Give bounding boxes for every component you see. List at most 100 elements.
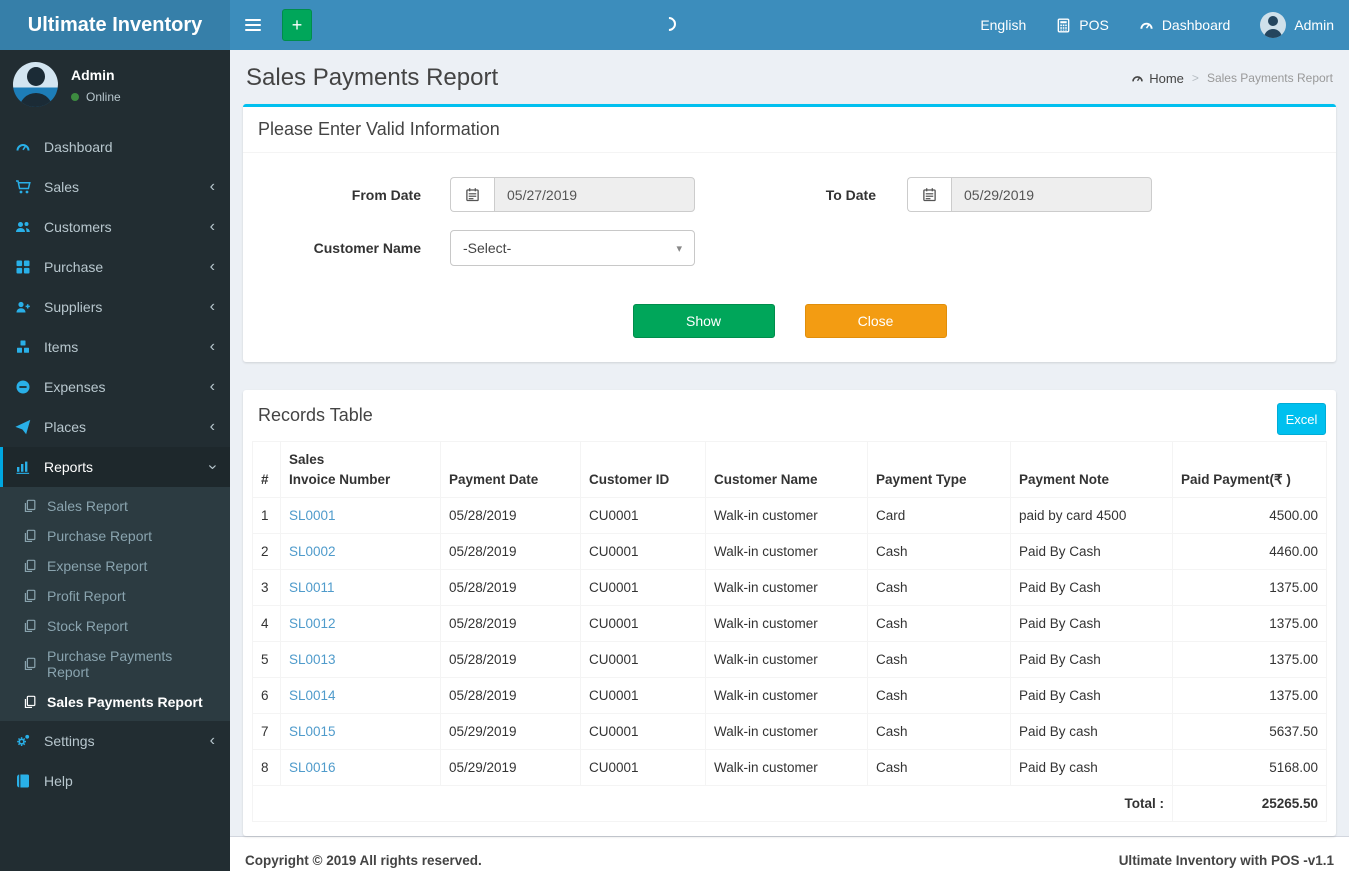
chevron-left-icon: ‹ xyxy=(209,732,215,749)
cell: CU0001 xyxy=(580,641,706,679)
pos-link[interactable]: POS xyxy=(1041,0,1124,50)
column-header-3: Customer ID xyxy=(580,440,706,499)
invoice-link[interactable]: SL0014 xyxy=(289,688,336,703)
sidebar-subitem-purchase-report[interactable]: Purchase Report xyxy=(0,521,230,551)
app-logo[interactable]: Ultimate Inventory xyxy=(0,0,230,50)
files-icon xyxy=(23,559,37,573)
cubes-icon xyxy=(15,339,33,355)
sidebar-toggle-button[interactable] xyxy=(230,0,276,50)
sidebar-item-reports[interactable]: Reports ‹ xyxy=(0,447,230,487)
sidebar-item-purchase[interactable]: Purchase ‹ xyxy=(0,247,230,287)
sidebar-item-settings[interactable]: Settings ‹ xyxy=(0,721,230,761)
quick-add-button[interactable]: + xyxy=(282,9,312,41)
calendar-addon[interactable] xyxy=(907,177,951,212)
from-date-group: From Date xyxy=(258,177,695,212)
sidebar-user-panel: Admin Online xyxy=(0,50,230,117)
invoice-link[interactable]: SL0001 xyxy=(289,508,336,523)
sidebar-subitem-label: Purchase Payments Report xyxy=(47,648,173,680)
invoice-link[interactable]: SL0013 xyxy=(289,652,336,667)
sidebar-subitem-sales-report[interactable]: Sales Report xyxy=(0,491,230,521)
sidebar-item-items[interactable]: Items ‹ xyxy=(0,327,230,367)
column-header-4: Customer Name xyxy=(705,440,868,499)
cell: Cash xyxy=(867,605,1011,643)
to-date-input[interactable] xyxy=(951,177,1152,212)
user-avatar-icon xyxy=(1260,12,1287,38)
cell: 2 xyxy=(252,533,281,571)
invoice-link[interactable]: SL0016 xyxy=(289,760,336,775)
sidebar-item-places[interactable]: Places ‹ xyxy=(0,407,230,447)
sidebar-item-dashboard[interactable]: Dashboard xyxy=(0,127,230,167)
calendar-icon xyxy=(465,187,480,202)
grid-icon xyxy=(15,259,33,275)
sidebar-subitem-label: Sales Report xyxy=(47,498,128,514)
column-header-6: Payment Note xyxy=(1010,440,1173,499)
sidebar-item-label: Settings xyxy=(44,733,95,749)
cell: Card xyxy=(867,497,1011,535)
close-button[interactable]: Close xyxy=(804,304,947,338)
cell: Paid By cash xyxy=(1010,749,1173,787)
sidebar-subitem-expense-report[interactable]: Expense Report xyxy=(0,551,230,581)
sidebar-subitem-sales-payments-report[interactable]: Sales Payments Report xyxy=(0,687,230,717)
cell: Cash xyxy=(867,713,1011,751)
table-row: 2 SL0002 05/28/2019 CU0001 Walk-in customer C… xyxy=(252,533,1327,571)
table-row: 4 SL0012 05/28/2019 CU0001 Walk-in customer C… xyxy=(252,605,1327,643)
sidebar-item-label: Places xyxy=(44,419,87,435)
sidebar-item-label: Sales xyxy=(44,179,80,195)
invoice-link[interactable]: SL0011 xyxy=(289,580,335,595)
invoice-cell: SL0011 xyxy=(280,569,441,607)
sidebar-item-suppliers[interactable]: Suppliers ‹ xyxy=(0,287,230,327)
sidebar-user-status: Online xyxy=(71,90,121,104)
sidebar-item-label: Suppliers xyxy=(44,299,103,315)
to-date-group: To Date xyxy=(695,177,1152,212)
files-icon xyxy=(23,499,37,513)
sidebar-subitem-profit-report[interactable]: Profit Report xyxy=(0,581,230,611)
language-link[interactable]: English xyxy=(965,0,1041,50)
pos-label: POS xyxy=(1079,17,1109,33)
cell: 4 xyxy=(252,605,281,643)
amount-cell: 1375.00 xyxy=(1172,641,1327,679)
cell: 05/28/2019 xyxy=(440,641,581,679)
invoice-link[interactable]: SL0012 xyxy=(289,616,336,631)
chevron-left-icon: ‹ xyxy=(209,178,215,195)
table-row: 1 SL0001 05/28/2019 CU0001 Walk-in customer C… xyxy=(252,497,1327,535)
invoice-link[interactable]: SL0015 xyxy=(289,724,336,739)
invoice-link[interactable]: SL0002 xyxy=(289,544,336,559)
sidebar-item-help[interactable]: Help xyxy=(0,761,230,801)
cell: Walk-in customer xyxy=(705,569,868,607)
cell: 6 xyxy=(252,677,281,715)
cell: paid by card 4500 xyxy=(1010,497,1173,535)
online-status-icon xyxy=(71,93,79,101)
from-date-label: From Date xyxy=(351,186,421,203)
amount-cell: 4460.00 xyxy=(1172,533,1327,571)
reports-submenu: Sales Report Purchase Report Expense Repor… xyxy=(0,487,230,721)
column-header-1: Sales Invoice Number xyxy=(280,440,441,499)
cell: CU0001 xyxy=(580,677,706,715)
cell: Cash xyxy=(867,677,1011,715)
chevron-down-icon: ‹ xyxy=(203,464,221,470)
navbar-main: + English POS Dashboard Admin xyxy=(230,0,1349,50)
invoice-cell: SL0013 xyxy=(280,641,441,679)
sidebar-item-sales[interactable]: Sales ‹ xyxy=(0,167,230,207)
breadcrumb-home-link[interactable]: Home xyxy=(1131,71,1184,86)
sidebar-item-customers[interactable]: Customers ‹ xyxy=(0,207,230,247)
sidebar-item-expenses[interactable]: Expenses ‹ xyxy=(0,367,230,407)
calendar-addon[interactable] xyxy=(450,177,494,212)
sidebar-subitem-stock-report[interactable]: Stock Report xyxy=(0,611,230,641)
customer-group: Customer Name -Select- ▾ xyxy=(258,230,695,266)
dashboard-link[interactable]: Dashboard xyxy=(1124,0,1246,50)
show-button[interactable]: Show xyxy=(632,304,775,338)
cell: 8 xyxy=(252,749,281,787)
home-icon xyxy=(1131,72,1144,85)
breadcrumb: Home > Sales Payments Report xyxy=(1131,71,1333,86)
sidebar-subitem-purchase-payments-report[interactable]: Purchase Payments Report xyxy=(0,641,230,687)
sidebar-subitem-label: Stock Report xyxy=(47,618,128,634)
files-icon xyxy=(23,589,37,603)
cell: 05/29/2019 xyxy=(440,749,581,787)
user-menu[interactable]: Admin xyxy=(1245,0,1349,50)
customer-select[interactable]: -Select- ▾ xyxy=(450,230,695,266)
from-date-input[interactable] xyxy=(494,177,695,212)
excel-export-button[interactable]: Excel xyxy=(1277,403,1326,435)
amount-cell: 1375.00 xyxy=(1172,569,1327,607)
invoice-cell: SL0002 xyxy=(280,533,441,571)
cell: Walk-in customer xyxy=(705,641,868,679)
